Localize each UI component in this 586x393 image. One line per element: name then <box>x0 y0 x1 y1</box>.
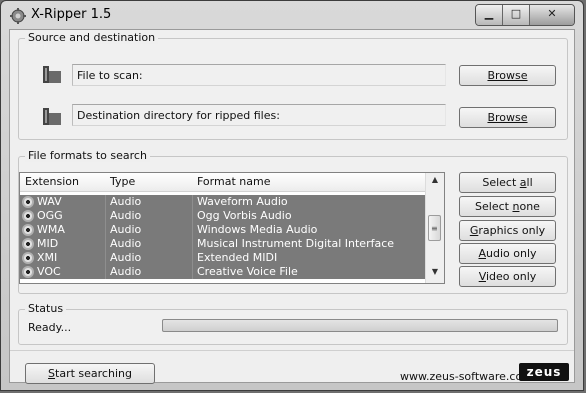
file-to-scan-field[interactable]: File to scan: <box>72 64 446 86</box>
list-item[interactable]: VOC Audio Creative Voice File <box>20 265 425 279</box>
column-divider <box>192 223 193 237</box>
list-item[interactable]: MID Audio Musical Instrument Digital Int… <box>20 237 425 251</box>
minimize-icon: ▁ <box>484 7 494 20</box>
select-none-button[interactable]: Select none <box>459 196 556 217</box>
row-extension: WMA <box>37 223 65 236</box>
browse-file-label: Browse <box>487 69 528 82</box>
close-icon: ✕ <box>547 7 557 20</box>
formats-list[interactable]: Extension Type Format name WAV Audio Wav… <box>19 172 445 284</box>
row-extension: MID <box>37 237 59 250</box>
row-type: Audio <box>110 223 142 236</box>
footer-divider <box>10 350 574 351</box>
cd-icon <box>22 266 34 278</box>
row-format-name: Musical Instrument Digital Interface <box>197 237 395 250</box>
row-extension: XMI <box>37 251 58 264</box>
close-button[interactable]: ✕ <box>530 5 574 25</box>
column-divider <box>105 209 106 223</box>
audio-only-label: Audio only <box>478 247 537 260</box>
browse-destination-button[interactable]: Browse <box>459 107 556 128</box>
folder-icon <box>43 66 61 83</box>
folder-icon <box>43 108 61 125</box>
cd-icon <box>22 252 34 264</box>
row-extension: WAV <box>37 195 62 208</box>
select-all-button[interactable]: Select all <box>459 172 556 193</box>
graphics-only-button[interactable]: Graphics only <box>459 220 556 241</box>
row-extension: VOC <box>37 265 61 278</box>
gear-icon <box>10 8 26 24</box>
row-format-name: Windows Media Audio <box>197 223 318 236</box>
start-searching-button[interactable]: Start searching <box>25 363 155 384</box>
browse-file-button[interactable]: Browse <box>459 65 556 86</box>
row-type: Audio <box>110 195 142 208</box>
maximize-button[interactable]: □ <box>503 5 530 25</box>
list-item[interactable]: OGG Audio Ogg Vorbis Audio <box>20 209 425 223</box>
row-format-name: Waveform Audio <box>197 195 288 208</box>
list-item[interactable]: WAV Audio Waveform Audio <box>20 195 425 209</box>
column-divider <box>192 195 193 209</box>
column-divider <box>105 223 106 237</box>
grip-icon: ≡ <box>431 224 438 233</box>
list-scrollbar[interactable]: ▲ ≡ ▼ <box>425 173 444 283</box>
list-item[interactable]: WMA Audio Windows Media Audio <box>20 223 425 237</box>
cd-icon <box>22 238 34 250</box>
video-only-button[interactable]: Video only <box>459 266 556 287</box>
video-only-label: Video only <box>478 270 537 283</box>
column-divider <box>105 265 106 279</box>
column-divider <box>192 237 193 251</box>
minimize-button[interactable]: ▁ <box>476 5 503 25</box>
start-searching-label: Start searching <box>48 367 132 380</box>
group-label-formats: File formats to search <box>25 149 150 162</box>
list-item[interactable]: XMI Audio Extended MIDI <box>20 251 425 265</box>
audio-only-button[interactable]: Audio only <box>459 243 556 264</box>
browse-destination-label: Browse <box>487 111 528 124</box>
column-divider <box>192 209 193 223</box>
client-area: Source and destination File to scan: Bro… <box>9 29 575 384</box>
column-divider <box>105 195 106 209</box>
row-type: Audio <box>110 251 142 264</box>
row-format-name: Ogg Vorbis Audio <box>197 209 292 222</box>
cd-icon <box>22 210 34 222</box>
column-header-type[interactable]: Type <box>110 175 135 188</box>
scroll-thumb[interactable]: ≡ <box>428 215 441 241</box>
progress-bar <box>162 319 558 332</box>
status-text: Ready... <box>28 321 72 334</box>
website-link[interactable]: www.zeus-software.com <box>400 370 533 383</box>
maximize-icon: □ <box>510 7 522 20</box>
window-title: X-Ripper 1.5 <box>31 7 112 22</box>
title-bar[interactable]: X-Ripper 1.5 ▁ □ ✕ <box>1 1 583 29</box>
caption-buttons: ▁ □ ✕ <box>475 4 575 26</box>
select-none-label: Select none <box>475 200 540 213</box>
destination-directory-field[interactable]: Destination directory for ripped files: <box>72 104 446 126</box>
destination-directory-label: Destination directory for ripped files: <box>77 109 280 122</box>
row-type: Audio <box>110 265 142 278</box>
column-divider <box>192 251 193 265</box>
row-type: Audio <box>110 209 142 222</box>
column-header-extension[interactable]: Extension <box>25 175 79 188</box>
list-header: Extension Type Format name <box>20 173 425 192</box>
file-to-scan-label: File to scan: <box>77 69 143 82</box>
group-label-source: Source and destination <box>25 31 159 44</box>
select-all-label: Select all <box>482 176 533 189</box>
graphics-only-label: Graphics only <box>469 224 546 237</box>
column-divider <box>105 251 106 265</box>
scroll-up-arrow-icon[interactable]: ▲ <box>426 175 444 191</box>
row-format-name: Extended MIDI <box>197 251 278 264</box>
zeus-logo: zeus <box>519 363 569 381</box>
column-divider <box>105 237 106 251</box>
cd-icon <box>22 196 34 208</box>
column-divider <box>192 265 193 279</box>
cd-icon <box>22 224 34 236</box>
app-window: X-Ripper 1.5 ▁ □ ✕ Source and destinatio… <box>0 0 584 391</box>
row-type: Audio <box>110 237 142 250</box>
row-extension: OGG <box>37 209 63 222</box>
scroll-down-arrow-icon[interactable]: ▼ <box>426 267 444 283</box>
column-header-format-name[interactable]: Format name <box>197 175 270 188</box>
row-format-name: Creative Voice File <box>197 265 298 278</box>
group-label-status: Status <box>25 302 67 315</box>
